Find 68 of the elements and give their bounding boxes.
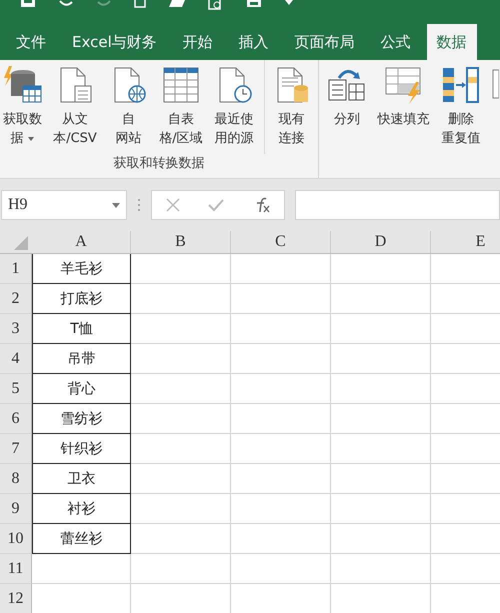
ribbon-button-label[interactable]: 据	[10, 129, 34, 148]
row-header[interactable]: 10	[0, 524, 32, 554]
ribbon-button-label[interactable]: 本/CSV	[53, 129, 97, 148]
row-header[interactable]: 2	[0, 284, 32, 314]
ribbon-button-label[interactable]: 获取数	[3, 110, 42, 129]
ribbon-button-label[interactable]: 自	[122, 110, 135, 129]
remove-duplicates-icon	[441, 66, 481, 104]
row-header[interactable]: 1	[0, 254, 32, 284]
group-label: 获取和转换数据	[112, 155, 206, 172]
new-document-icon[interactable]	[134, 0, 146, 8]
ribbon-tab[interactable]: 文件	[6, 24, 56, 60]
ribbon-button-label[interactable]: 快速填充	[378, 110, 430, 129]
flash-fill-icon	[384, 66, 424, 104]
column-header[interactable]: D	[331, 231, 431, 254]
table-cell: 背心	[32, 374, 131, 404]
ribbon-tab[interactable]: 数据	[426, 24, 477, 60]
row-header[interactable]: 11	[0, 554, 32, 584]
ribbon-tab[interactable]: 公式	[370, 24, 421, 60]
ribbon-button-label[interactable]: 最近使	[214, 110, 254, 129]
printer-icon[interactable]	[246, 0, 262, 8]
print-preview-icon[interactable]	[208, 0, 224, 10]
table-cell: 打底衫	[32, 284, 131, 314]
column-header[interactable]: E	[431, 231, 500, 254]
ribbon-button-label[interactable]: 重复值	[442, 129, 480, 148]
table-cell: 卫衣	[32, 464, 131, 494]
database-icon	[2, 66, 42, 104]
table-icon	[161, 66, 201, 104]
save-icon[interactable]	[20, 0, 36, 8]
table-cell: 雪纺衫	[32, 404, 131, 434]
name-box[interactable]: H9	[1, 190, 127, 220]
ribbon-button-label[interactable]: 从文	[62, 110, 88, 129]
formula-input[interactable]	[295, 190, 500, 220]
row-header[interactable]: 4	[0, 344, 32, 374]
row-header[interactable]: 5	[0, 374, 32, 404]
caret-icon[interactable]	[284, 0, 294, 6]
ribbon-tab[interactable]: 页面布局	[284, 24, 365, 60]
undo-icon[interactable]	[58, 0, 74, 8]
table-cell: 羊毛衫	[32, 254, 131, 284]
ribbon-button-label[interactable]: 用的源	[214, 129, 254, 148]
table-cell: 针织衫	[32, 434, 131, 464]
row-header[interactable]: 6	[0, 404, 32, 434]
ribbon-button-label[interactable]: 网站	[116, 129, 142, 148]
row-header[interactable]: 3	[0, 314, 32, 344]
column-header[interactable]: A	[32, 231, 131, 254]
column-header[interactable]: C	[231, 231, 331, 254]
row-header[interactable]: 8	[0, 464, 32, 494]
table-cell: T恤	[32, 314, 131, 344]
check-icon[interactable]	[208, 198, 224, 212]
folder-icon[interactable]	[168, 0, 186, 8]
ribbon-tab[interactable]: 开始	[172, 24, 223, 60]
row-header[interactable]: 7	[0, 434, 32, 464]
ribbon-button-label[interactable]: 格/区域	[159, 129, 203, 148]
ribbon-button-label[interactable]: 自表	[168, 110, 194, 129]
ribbon-button-label[interactable]: 分列	[334, 110, 360, 129]
ribbon-button-label[interactable]: 连接	[278, 129, 304, 148]
table-cell: 吊带	[32, 344, 131, 374]
row-header[interactable]: 9	[0, 494, 32, 524]
table-cell: 蕾丝衫	[32, 524, 131, 554]
ribbon-tab[interactable]: 插入	[228, 24, 279, 60]
grip-icon	[137, 198, 141, 212]
ribbon-button-label[interactable]: 删除	[448, 110, 474, 129]
column-header[interactable]: B	[131, 231, 231, 254]
triangle-icon	[14, 236, 28, 250]
ribbon-tab[interactable]: Excel与财务	[62, 24, 167, 60]
table-cell: 衬衫	[32, 494, 131, 524]
caret-icon	[112, 202, 120, 208]
ribbon-button-label[interactable]: 现有	[278, 110, 304, 129]
row-header[interactable]: 12	[0, 584, 32, 613]
